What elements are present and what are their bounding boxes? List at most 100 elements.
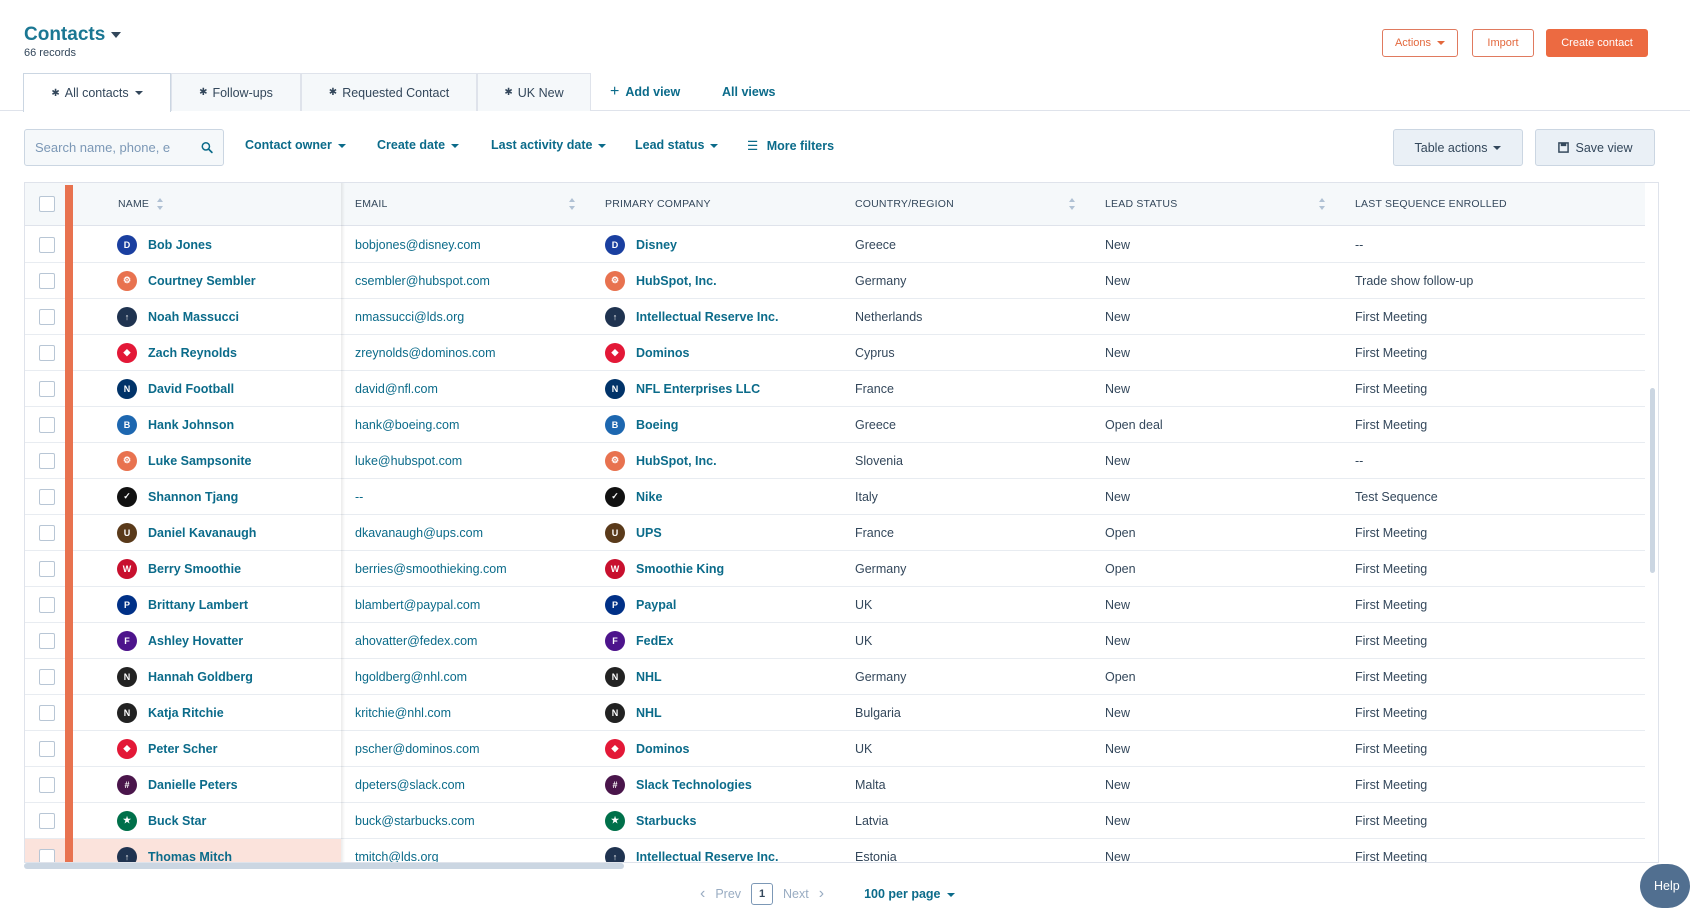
table-row[interactable]: N Hannah Goldberg hgoldberg@nhl.com N NHL Ger…: [25, 659, 1645, 695]
column-header-lead-status[interactable]: LEAD STATUS: [1091, 183, 1341, 226]
email-cell[interactable]: kritchie@nhl.com: [341, 695, 591, 730]
create-contact-button[interactable]: Create contact: [1546, 29, 1648, 57]
email-cell[interactable]: tmitch@lds.org: [341, 839, 591, 863]
company-link[interactable]: Dominos: [636, 742, 689, 756]
chevron-left-icon[interactable]: ‹: [700, 885, 705, 903]
save-view-button[interactable]: Save view: [1535, 129, 1655, 166]
add-view-link[interactable]: + Add view: [610, 73, 680, 111]
tab-follow-ups[interactable]: ✱ Follow-ups: [171, 73, 301, 111]
per-page-select[interactable]: 100 per page: [864, 887, 955, 901]
row-checkbox[interactable]: [39, 380, 55, 397]
email-cell[interactable]: --: [341, 479, 591, 514]
vertical-scrollbar[interactable]: [1650, 388, 1655, 573]
email-cell[interactable]: blambert@paypal.com: [341, 587, 591, 622]
company-link[interactable]: Starbucks: [636, 814, 696, 828]
email-cell[interactable]: hgoldberg@nhl.com: [341, 659, 591, 694]
contact-name-link[interactable]: Hank Johnson: [148, 418, 234, 432]
table-row[interactable]: ★ Buck Star buck@starbucks.com ★ Starbucks La…: [25, 803, 1645, 839]
row-checkbox[interactable]: [39, 452, 55, 469]
row-checkbox[interactable]: [39, 416, 55, 433]
row-checkbox[interactable]: [39, 668, 55, 685]
row-checkbox[interactable]: [39, 776, 55, 793]
row-checkbox[interactable]: [39, 704, 55, 721]
table-actions-button[interactable]: Table actions: [1393, 129, 1523, 166]
tab-uk-new[interactable]: ✱ UK New: [477, 73, 591, 111]
column-header-last-sequence[interactable]: LAST SEQUENCE ENROLLED: [1341, 183, 1591, 226]
contact-name-link[interactable]: Daniel Kavanaugh: [148, 526, 256, 540]
prev-page-button[interactable]: Prev: [715, 887, 741, 901]
company-link[interactable]: NFL Enterprises LLC: [636, 382, 760, 396]
row-checkbox[interactable]: [39, 848, 55, 862]
contact-name-link[interactable]: Peter Scher: [148, 742, 217, 756]
company-link[interactable]: NHL: [636, 670, 662, 684]
company-link[interactable]: Slack Technologies: [636, 778, 752, 792]
next-page-button[interactable]: Next: [783, 887, 809, 901]
row-checkbox[interactable]: [39, 524, 55, 541]
company-link[interactable]: FedEx: [636, 634, 674, 648]
email-cell[interactable]: csembler@hubspot.com: [341, 263, 591, 298]
email-cell[interactable]: buck@starbucks.com: [341, 803, 591, 838]
contact-name-link[interactable]: Noah Massucci: [148, 310, 239, 324]
email-cell[interactable]: pscher@dominos.com: [341, 731, 591, 766]
row-checkbox[interactable]: [39, 632, 55, 649]
contact-name-link[interactable]: Bob Jones: [148, 238, 212, 252]
contact-name-link[interactable]: Courtney Sembler: [148, 274, 256, 288]
table-row[interactable]: D Bob Jones bobjones@disney.com D Disney Gree…: [25, 227, 1645, 263]
table-row[interactable]: B Hank Johnson hank@boeing.com B Boeing Greec…: [25, 407, 1645, 443]
email-cell[interactable]: ahovatter@fedex.com: [341, 623, 591, 658]
table-row[interactable]: P Brittany Lambert blambert@paypal.com P Pay…: [25, 587, 1645, 623]
all-views-link[interactable]: All views: [722, 73, 776, 111]
table-row[interactable]: N Katja Ritchie kritchie@nhl.com N NHL Bulgar…: [25, 695, 1645, 731]
column-header-email[interactable]: EMAIL: [341, 183, 591, 226]
page-title[interactable]: Contacts: [24, 24, 122, 46]
company-link[interactable]: Boeing: [636, 418, 678, 432]
contact-name-link[interactable]: David Football: [148, 382, 234, 396]
table-row[interactable]: W Berry Smoothie berries@smoothieking.com W…: [25, 551, 1645, 587]
search-icon[interactable]: [201, 140, 213, 155]
contact-name-link[interactable]: Danielle Peters: [148, 778, 238, 792]
select-all-checkbox[interactable]: [39, 196, 55, 212]
email-cell[interactable]: bobjones@disney.com: [341, 227, 591, 262]
contact-name-link[interactable]: Ashley Hovatter: [148, 634, 243, 648]
company-link[interactable]: HubSpot, Inc.: [636, 454, 717, 468]
row-checkbox[interactable]: [39, 272, 55, 289]
more-filters-button[interactable]: ☰ More filters: [747, 138, 834, 153]
contact-name-link[interactable]: Berry Smoothie: [148, 562, 241, 576]
contact-name-link[interactable]: Buck Star: [148, 814, 206, 828]
email-cell[interactable]: dpeters@slack.com: [341, 767, 591, 802]
column-header-primary-company[interactable]: PRIMARY COMPANY: [591, 183, 841, 226]
column-header-country-region[interactable]: COUNTRY/REGION: [841, 183, 1091, 226]
import-button[interactable]: Import: [1472, 29, 1534, 57]
email-cell[interactable]: nmassucci@lds.org: [341, 299, 591, 334]
actions-button[interactable]: Actions: [1382, 29, 1458, 57]
table-row[interactable]: ↑ Thomas Mitch tmitch@lds.org ↑ Intellectual…: [25, 839, 1645, 863]
row-checkbox[interactable]: [39, 308, 55, 325]
table-row[interactable]: ⚙ Courtney Sembler csembler@hubspot.com ⚙ Hu…: [25, 263, 1645, 299]
tab-all-contacts[interactable]: ✱ All contacts: [23, 73, 171, 112]
contact-name-link[interactable]: Katja Ritchie: [148, 706, 224, 720]
table-row[interactable]: ↑ Noah Massucci nmassucci@lds.org ↑ Intellec…: [25, 299, 1645, 335]
company-link[interactable]: Nike: [636, 490, 662, 504]
email-cell[interactable]: dkavanaugh@ups.com: [341, 515, 591, 550]
lead-status-filter[interactable]: Lead status: [635, 138, 719, 152]
company-link[interactable]: UPS: [636, 526, 662, 540]
row-checkbox[interactable]: [39, 596, 55, 613]
email-cell[interactable]: hank@boeing.com: [341, 407, 591, 442]
table-row[interactable]: ⚙ Luke Sampsonite luke@hubspot.com ⚙ HubSpot…: [25, 443, 1645, 479]
company-link[interactable]: Intellectual Reserve Inc.: [636, 850, 778, 863]
company-link[interactable]: Paypal: [636, 598, 676, 612]
contact-name-link[interactable]: Brittany Lambert: [148, 598, 248, 612]
table-row[interactable]: ◆ Zach Reynolds zreynolds@dominos.com ◆ Domi…: [25, 335, 1645, 371]
create-date-filter[interactable]: Create date: [377, 138, 460, 152]
column-header-name[interactable]: NAME: [93, 183, 341, 226]
table-row[interactable]: ◆ Peter Scher pscher@dominos.com ◆ Dominos UK…: [25, 731, 1645, 767]
company-link[interactable]: Smoothie King: [636, 562, 724, 576]
table-row[interactable]: ✓ Shannon Tjang -- ✓ Nike Italy New Test Sequen…: [25, 479, 1645, 515]
row-checkbox[interactable]: [39, 812, 55, 829]
table-row[interactable]: F Ashley Hovatter ahovatter@fedex.com F FedE…: [25, 623, 1645, 659]
company-link[interactable]: Disney: [636, 238, 677, 252]
row-checkbox[interactable]: [39, 560, 55, 577]
contact-name-link[interactable]: Zach Reynolds: [148, 346, 237, 360]
company-link[interactable]: Dominos: [636, 346, 689, 360]
company-link[interactable]: Intellectual Reserve Inc.: [636, 310, 778, 324]
